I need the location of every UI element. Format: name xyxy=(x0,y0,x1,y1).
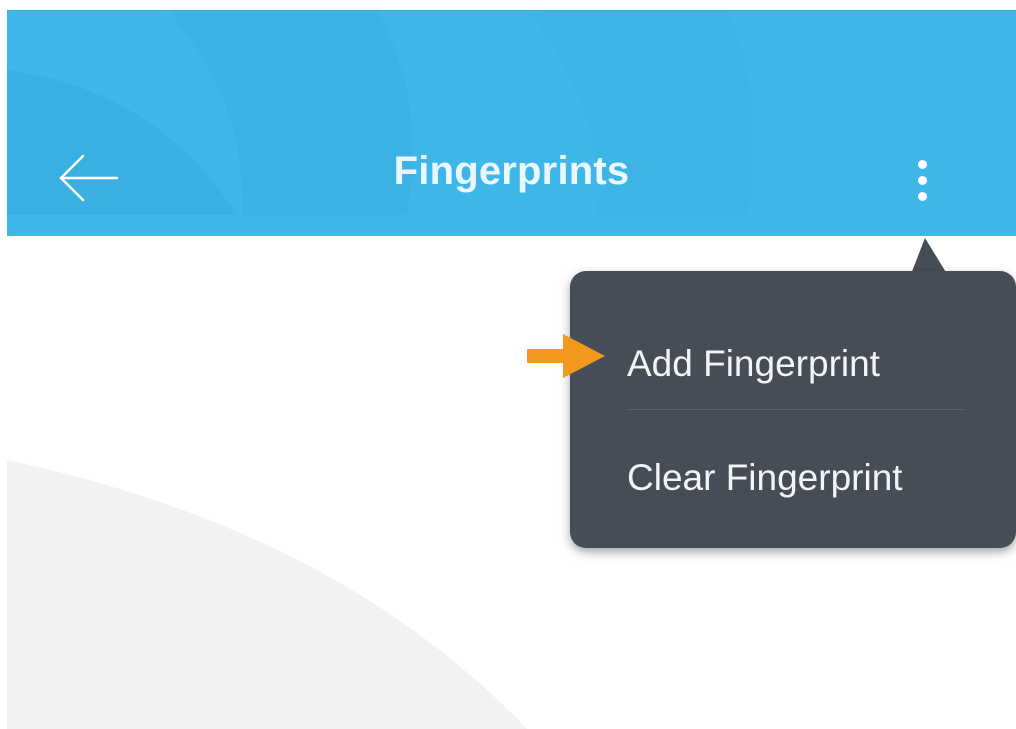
menu-item-label: Add Fingerprint xyxy=(627,343,880,384)
menu-divider xyxy=(627,409,965,410)
page-title: Fingerprints xyxy=(393,149,630,193)
more-options-button[interactable] xyxy=(903,150,943,210)
menu-item-label: Clear Fingerprint xyxy=(627,457,903,498)
menu-pointer-notch xyxy=(911,238,947,274)
app-bar-waves xyxy=(7,10,1016,236)
overflow-menu: Add Fingerprint Clear Fingerprint xyxy=(570,271,1016,548)
orange-arrow-icon xyxy=(527,334,605,378)
menu-item-add-fingerprint[interactable]: Add Fingerprint xyxy=(570,314,1016,414)
menu-item-clear-fingerprint[interactable]: Clear Fingerprint xyxy=(570,428,1016,528)
app-screen: Fingerprints Add Fingerprint Clear Finge… xyxy=(7,10,1016,729)
app-bar: Fingerprints xyxy=(7,10,1016,236)
